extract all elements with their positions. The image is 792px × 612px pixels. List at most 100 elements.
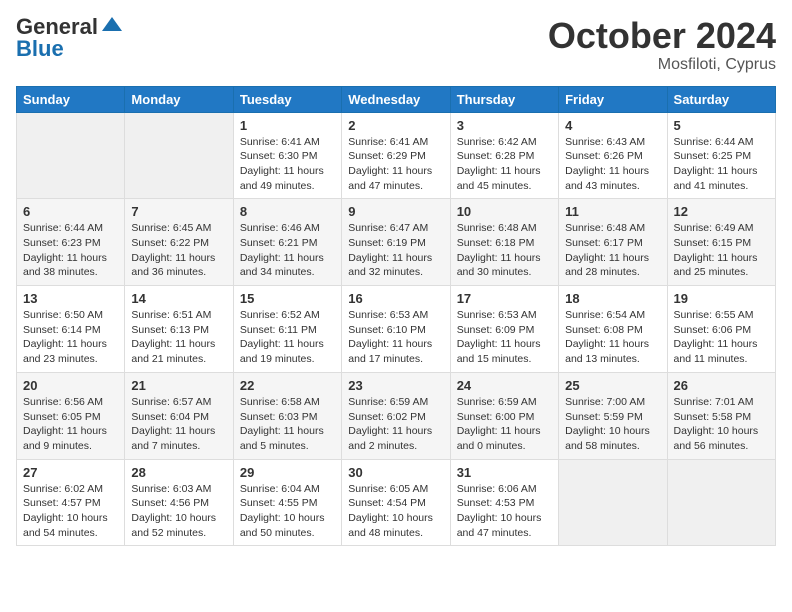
day-info: Sunrise: 6:42 AM Sunset: 6:28 PM Dayligh… bbox=[457, 135, 552, 194]
calendar-cell bbox=[667, 459, 775, 546]
day-info: Sunrise: 6:48 AM Sunset: 6:18 PM Dayligh… bbox=[457, 221, 552, 280]
day-info: Sunrise: 6:49 AM Sunset: 6:15 PM Dayligh… bbox=[674, 221, 769, 280]
calendar-cell: 1 Sunrise: 6:41 AM Sunset: 6:30 PM Daylig… bbox=[233, 112, 341, 199]
calendar-cell: 3 Sunrise: 6:42 AM Sunset: 6:28 PM Daylig… bbox=[450, 112, 558, 199]
calendar-cell: 20 Sunrise: 6:56 AM Sunset: 6:05 PM Dayli… bbox=[17, 372, 125, 459]
day-info: Sunrise: 6:53 AM Sunset: 6:09 PM Dayligh… bbox=[457, 308, 552, 367]
location-subtitle: Mosfiloti, Cyprus bbox=[548, 56, 776, 74]
day-info: Sunrise: 6:47 AM Sunset: 6:19 PM Dayligh… bbox=[348, 221, 443, 280]
day-info: Sunrise: 6:55 AM Sunset: 6:06 PM Dayligh… bbox=[674, 308, 769, 367]
weekday-header-saturday: Saturday bbox=[667, 86, 775, 112]
day-info: Sunrise: 6:46 AM Sunset: 6:21 PM Dayligh… bbox=[240, 221, 335, 280]
calendar-cell: 29 Sunrise: 6:04 AM Sunset: 4:55 PM Dayli… bbox=[233, 459, 341, 546]
weekday-header-tuesday: Tuesday bbox=[233, 86, 341, 112]
day-number: 31 bbox=[457, 465, 552, 480]
day-number: 9 bbox=[348, 204, 443, 219]
day-number: 29 bbox=[240, 465, 335, 480]
day-number: 17 bbox=[457, 291, 552, 306]
calendar-cell bbox=[559, 459, 667, 546]
day-info: Sunrise: 6:53 AM Sunset: 6:10 PM Dayligh… bbox=[348, 308, 443, 367]
day-number: 8 bbox=[240, 204, 335, 219]
day-info: Sunrise: 6:48 AM Sunset: 6:17 PM Dayligh… bbox=[565, 221, 660, 280]
week-row-4: 20 Sunrise: 6:56 AM Sunset: 6:05 PM Dayli… bbox=[17, 372, 776, 459]
calendar-cell: 23Sunrise: 6:59 AM Sunset: 6:02 PM Dayli… bbox=[342, 372, 450, 459]
calendar-cell: 16 Sunrise: 6:53 AM Sunset: 6:10 PM Dayli… bbox=[342, 286, 450, 373]
day-number: 21 bbox=[131, 378, 226, 393]
day-info: Sunrise: 6:45 AM Sunset: 6:22 PM Dayligh… bbox=[131, 221, 226, 280]
calendar-cell: 8 Sunrise: 6:46 AM Sunset: 6:21 PM Daylig… bbox=[233, 199, 341, 286]
calendar-cell: 21 Sunrise: 6:57 AM Sunset: 6:04 PM Dayli… bbox=[125, 372, 233, 459]
day-number: 16 bbox=[348, 291, 443, 306]
logo-general-text: General bbox=[16, 16, 98, 38]
calendar-cell: 13Sunrise: 6:50 AM Sunset: 6:14 PM Dayli… bbox=[17, 286, 125, 373]
calendar-cell bbox=[125, 112, 233, 199]
day-info: Sunrise: 6:41 AM Sunset: 6:29 PM Dayligh… bbox=[348, 135, 443, 194]
weekday-header-row: SundayMondayTuesdayWednesdayThursdayFrid… bbox=[17, 86, 776, 112]
calendar-cell: 30 Sunrise: 6:05 AM Sunset: 4:54 PM Dayli… bbox=[342, 459, 450, 546]
calendar-cell: 14 Sunrise: 6:51 AM Sunset: 6:13 PM Dayli… bbox=[125, 286, 233, 373]
calendar-cell: 28 Sunrise: 6:03 AM Sunset: 4:56 PM Dayli… bbox=[125, 459, 233, 546]
calendar-cell: 6 Sunrise: 6:44 AM Sunset: 6:23 PM Daylig… bbox=[17, 199, 125, 286]
day-number: 28 bbox=[131, 465, 226, 480]
week-row-3: 13Sunrise: 6:50 AM Sunset: 6:14 PM Dayli… bbox=[17, 286, 776, 373]
day-number: 12 bbox=[674, 204, 769, 219]
day-info: Sunrise: 6:54 AM Sunset: 6:08 PM Dayligh… bbox=[565, 308, 660, 367]
weekday-header-thursday: Thursday bbox=[450, 86, 558, 112]
week-row-1: 1 Sunrise: 6:41 AM Sunset: 6:30 PM Daylig… bbox=[17, 112, 776, 199]
month-title: October 2024 bbox=[548, 16, 776, 56]
calendar-cell: 22Sunrise: 6:58 AM Sunset: 6:03 PM Dayli… bbox=[233, 372, 341, 459]
day-info: Sunrise: 6:04 AM Sunset: 4:55 PM Dayligh… bbox=[240, 482, 335, 541]
calendar-cell: 7 Sunrise: 6:45 AM Sunset: 6:22 PM Daylig… bbox=[125, 199, 233, 286]
day-info: Sunrise: 6:52 AM Sunset: 6:11 PM Dayligh… bbox=[240, 308, 335, 367]
day-info: Sunrise: 6:02 AM Sunset: 4:57 PM Dayligh… bbox=[23, 482, 118, 541]
day-number: 22 bbox=[240, 378, 335, 393]
day-info: Sunrise: 6:44 AM Sunset: 6:25 PM Dayligh… bbox=[674, 135, 769, 194]
day-number: 4 bbox=[565, 118, 660, 133]
calendar-cell: 31Sunrise: 6:06 AM Sunset: 4:53 PM Dayli… bbox=[450, 459, 558, 546]
day-number: 2 bbox=[348, 118, 443, 133]
day-number: 14 bbox=[131, 291, 226, 306]
weekday-header-friday: Friday bbox=[559, 86, 667, 112]
day-number: 15 bbox=[240, 291, 335, 306]
day-number: 6 bbox=[23, 204, 118, 219]
logo-blue-text: Blue bbox=[16, 38, 64, 60]
calendar-cell: 19 Sunrise: 6:55 AM Sunset: 6:06 PM Dayli… bbox=[667, 286, 775, 373]
calendar-cell: 10Sunrise: 6:48 AM Sunset: 6:18 PM Dayli… bbox=[450, 199, 558, 286]
calendar-cell: 25 Sunrise: 7:00 AM Sunset: 5:59 PM Dayli… bbox=[559, 372, 667, 459]
week-row-2: 6 Sunrise: 6:44 AM Sunset: 6:23 PM Daylig… bbox=[17, 199, 776, 286]
day-number: 19 bbox=[674, 291, 769, 306]
header: General Blue October 2024 Mosfiloti, Cyp… bbox=[16, 16, 776, 74]
day-number: 20 bbox=[23, 378, 118, 393]
calendar-table: SundayMondayTuesdayWednesdayThursdayFrid… bbox=[16, 86, 776, 547]
day-number: 23 bbox=[348, 378, 443, 393]
weekday-header-wednesday: Wednesday bbox=[342, 86, 450, 112]
title-section: October 2024 Mosfiloti, Cyprus bbox=[548, 16, 776, 74]
day-number: 7 bbox=[131, 204, 226, 219]
day-info: Sunrise: 6:56 AM Sunset: 6:05 PM Dayligh… bbox=[23, 395, 118, 454]
day-number: 24 bbox=[457, 378, 552, 393]
calendar-cell: 2 Sunrise: 6:41 AM Sunset: 6:29 PM Daylig… bbox=[342, 112, 450, 199]
day-number: 1 bbox=[240, 118, 335, 133]
calendar-cell: 5Sunrise: 6:44 AM Sunset: 6:25 PM Daylig… bbox=[667, 112, 775, 199]
day-number: 26 bbox=[674, 378, 769, 393]
calendar-cell: 12 Sunrise: 6:49 AM Sunset: 6:15 PM Dayli… bbox=[667, 199, 775, 286]
day-info: Sunrise: 6:03 AM Sunset: 4:56 PM Dayligh… bbox=[131, 482, 226, 541]
day-info: Sunrise: 6:50 AM Sunset: 6:14 PM Dayligh… bbox=[23, 308, 118, 367]
calendar-cell bbox=[17, 112, 125, 199]
day-info: Sunrise: 6:44 AM Sunset: 6:23 PM Dayligh… bbox=[23, 221, 118, 280]
day-number: 25 bbox=[565, 378, 660, 393]
day-info: Sunrise: 6:05 AM Sunset: 4:54 PM Dayligh… bbox=[348, 482, 443, 541]
day-info: Sunrise: 6:57 AM Sunset: 6:04 PM Dayligh… bbox=[131, 395, 226, 454]
day-number: 18 bbox=[565, 291, 660, 306]
week-row-5: 27 Sunrise: 6:02 AM Sunset: 4:57 PM Dayli… bbox=[17, 459, 776, 546]
day-info: Sunrise: 7:00 AM Sunset: 5:59 PM Dayligh… bbox=[565, 395, 660, 454]
day-number: 27 bbox=[23, 465, 118, 480]
day-info: Sunrise: 6:51 AM Sunset: 6:13 PM Dayligh… bbox=[131, 308, 226, 367]
logo-triangle-icon bbox=[102, 17, 122, 31]
logo: General Blue bbox=[16, 16, 122, 60]
day-info: Sunrise: 6:41 AM Sunset: 6:30 PM Dayligh… bbox=[240, 135, 335, 194]
day-number: 30 bbox=[348, 465, 443, 480]
calendar-cell: 9 Sunrise: 6:47 AM Sunset: 6:19 PM Daylig… bbox=[342, 199, 450, 286]
calendar-cell: 24Sunrise: 6:59 AM Sunset: 6:00 PM Dayli… bbox=[450, 372, 558, 459]
day-number: 3 bbox=[457, 118, 552, 133]
